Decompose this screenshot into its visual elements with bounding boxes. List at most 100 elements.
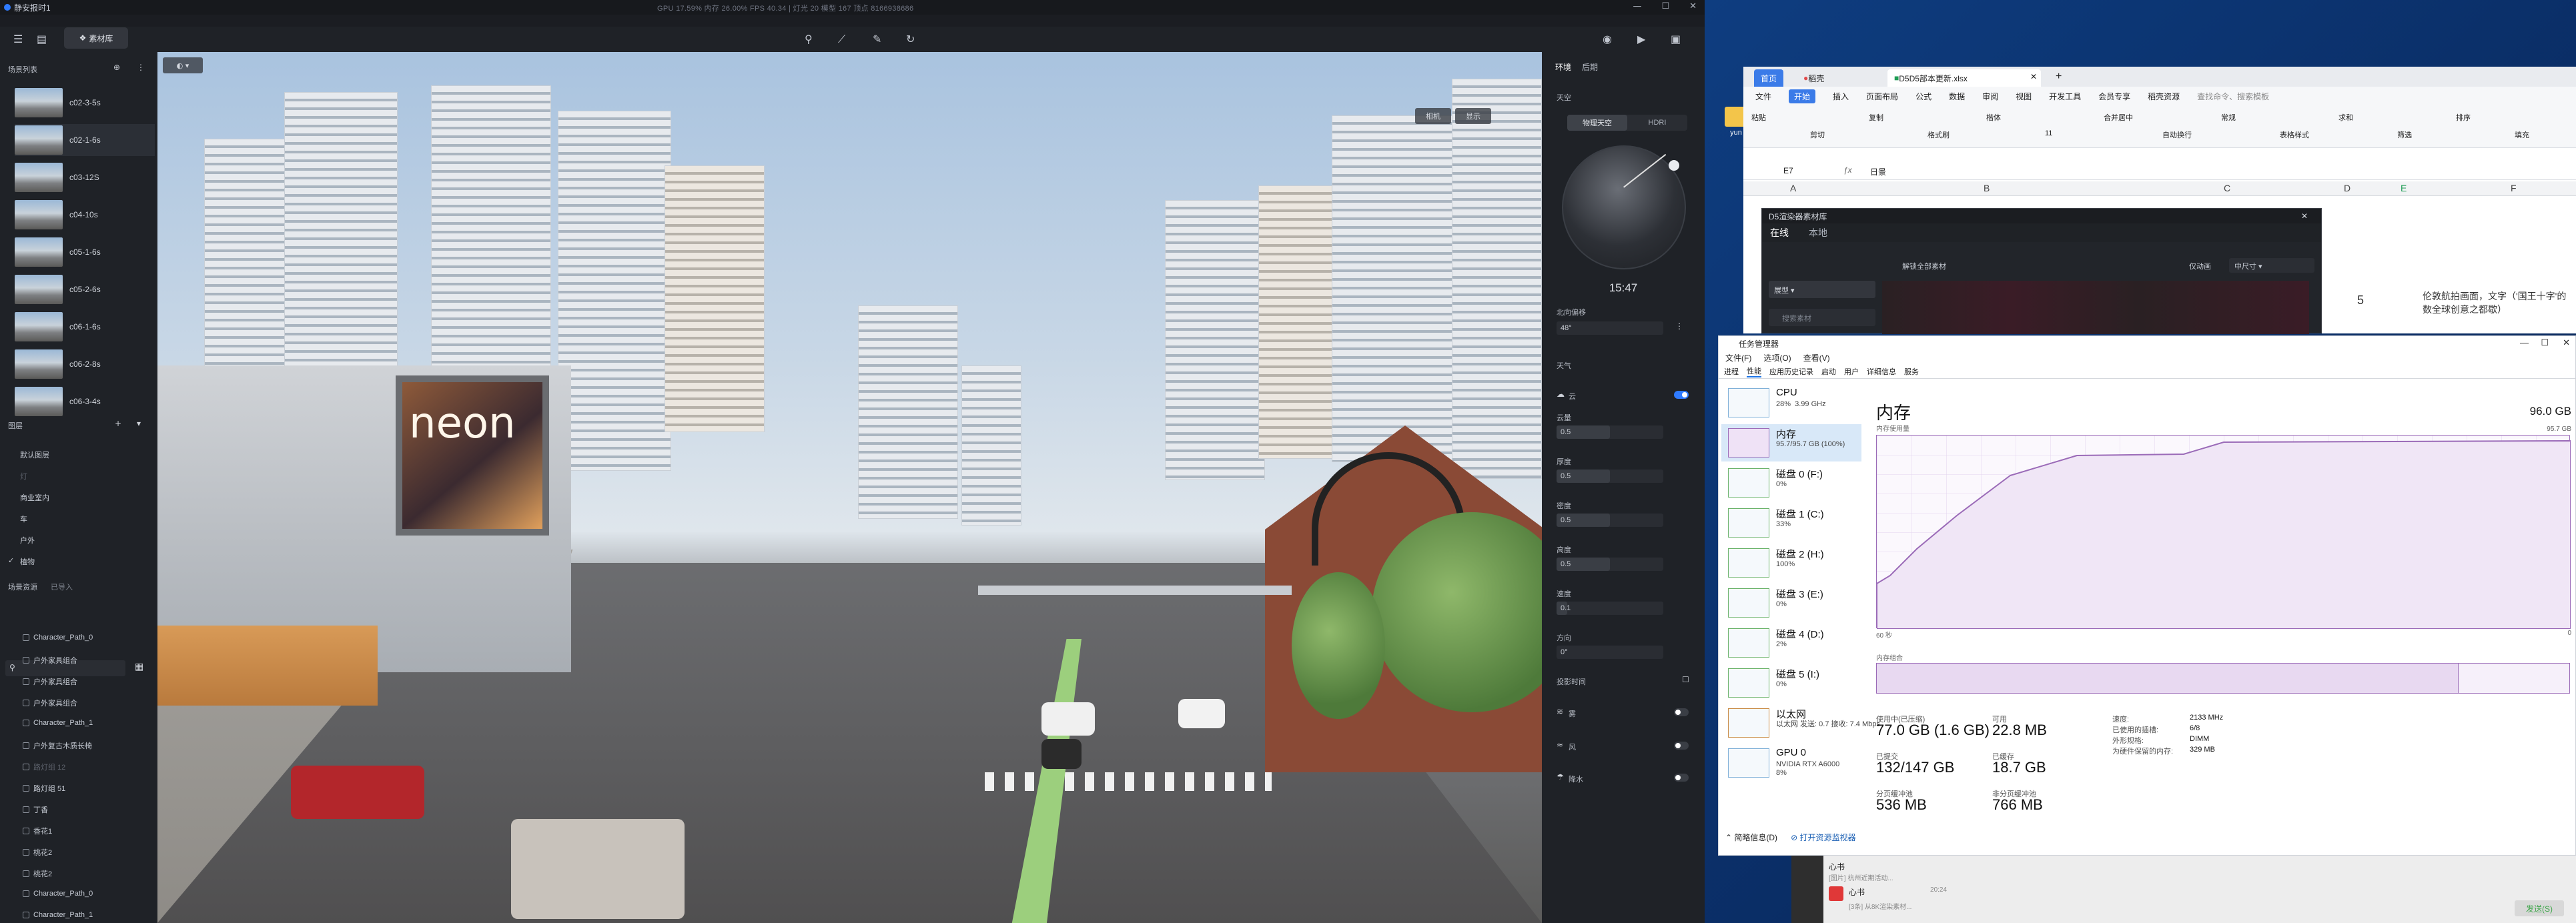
document-icon[interactable]: ▤ xyxy=(37,33,47,45)
resource-monitor-link[interactable]: ⊘ 打开资源监视器 xyxy=(1791,832,1855,843)
sky-mode-hdri[interactable]: HDRI xyxy=(1627,115,1687,131)
rotate-icon[interactable]: ↻ xyxy=(906,33,915,45)
layer-item[interactable]: 车 xyxy=(20,514,27,524)
tm-resource-item[interactable]: GPU 0 NVIDIA RTX A6000 8% xyxy=(1721,744,1861,782)
wps-menu-item[interactable]: 文件 xyxy=(1755,91,1771,102)
asset-item[interactable]: 户外复古木质长椅 xyxy=(23,740,92,751)
add-scene-icon[interactable]: ⊕ xyxy=(113,63,120,72)
scene-item[interactable]: c02-3-5s xyxy=(15,87,155,119)
param-slider[interactable]: 0.1 xyxy=(1557,602,1663,615)
sun-position-dial[interactable] xyxy=(1562,145,1686,269)
tab-environment[interactable]: 环境 xyxy=(1555,61,1571,73)
tm-resource-item[interactable]: 内存 95.7/95.7 GB (100%) xyxy=(1721,424,1861,462)
wps-ribbon-item[interactable]: 格式刷 xyxy=(1927,129,1950,140)
tm-tab[interactable]: 详细信息 xyxy=(1867,366,1896,377)
wps-ribbon-item[interactable]: 筛选 xyxy=(2397,129,2412,140)
video-icon[interactable]: ▶ xyxy=(1637,33,1645,45)
wps-ribbon-item[interactable]: 复制 xyxy=(1869,112,1883,123)
param-slider[interactable]: 0.5 xyxy=(1557,425,1663,439)
wind-toggle[interactable] xyxy=(1674,742,1689,750)
minimize-icon[interactable]: — xyxy=(1633,1,1641,11)
material-thumbnails[interactable] xyxy=(1882,281,2309,334)
asset-item[interactable]: Character_Path_1 xyxy=(23,911,93,919)
tm-resource-item[interactable]: 磁盘 4 (D:) 2% xyxy=(1721,624,1861,662)
tm-resource-item[interactable]: CPU 28% 3.99 GHz xyxy=(1721,384,1861,421)
close-icon[interactable]: ✕ xyxy=(2563,337,2570,348)
asset-item[interactable]: Character_Path_0 xyxy=(23,634,93,642)
asset-item[interactable]: 户外家具组合 xyxy=(23,676,77,687)
layer-item[interactable]: 灯 xyxy=(20,471,27,482)
wps-menu-item[interactable]: 会员专享 xyxy=(2098,91,2130,102)
wps-column-header[interactable]: B xyxy=(1984,183,1990,193)
cloud-toggle[interactable] xyxy=(1674,391,1689,399)
more-icon[interactable]: ⋮ xyxy=(137,63,145,72)
add-layer-icon[interactable]: + xyxy=(115,419,121,428)
category-select[interactable]: 展型 ▾ xyxy=(1769,281,1875,298)
close-icon[interactable]: ✕ xyxy=(1689,1,1697,11)
brief-info-button[interactable]: ⌃ 简略信息(D) xyxy=(1725,832,1777,843)
asset-item[interactable]: 香花1 xyxy=(23,826,52,836)
more-icon[interactable]: ⋮ xyxy=(1675,321,1683,331)
tab-online[interactable]: 在线 xyxy=(1770,226,1789,239)
wps-ribbon-item[interactable]: 楷体 xyxy=(1986,112,2001,123)
chat-list-item[interactable]: 心书 20:24 [3条] 从8K渲染素材... xyxy=(1829,886,1947,911)
close-icon[interactable]: ✕ xyxy=(2301,211,2308,221)
fog-toggle[interactable] xyxy=(1674,708,1689,716)
wps-menu-item[interactable]: 开发工具 xyxy=(2049,91,2081,102)
tm-tab[interactable]: 用户 xyxy=(1844,366,1859,377)
wps-ribbon-item[interactable]: 常规 xyxy=(2221,112,2236,123)
tm-resource-item[interactable]: 以太网 以太网 发送: 0.7 接收: 7.4 Mbps xyxy=(1721,704,1880,742)
wps-ribbon-item[interactable]: 合并居中 xyxy=(2104,112,2133,123)
wps-menu-item[interactable]: 公式 xyxy=(1915,91,1931,102)
asset-item[interactable]: 路灯组 12 xyxy=(23,762,65,772)
export-icon[interactable]: ▣ xyxy=(1671,33,1681,45)
animated-only-filter[interactable]: 仅动画 xyxy=(2189,261,2211,271)
tab-post[interactable]: 后期 xyxy=(1582,61,1598,73)
size-select[interactable]: 中尺寸 ▾ xyxy=(2229,258,2314,273)
asset-item[interactable]: 路灯组 51 xyxy=(23,783,65,794)
sky-mode-physical[interactable]: 物理天空 xyxy=(1567,115,1627,131)
measure-icon[interactable]: ⟋ xyxy=(838,33,845,46)
layer-item[interactable]: 植物 ✓ xyxy=(8,556,35,567)
new-tab-icon[interactable]: + xyxy=(2056,71,2062,83)
render-viewport[interactable]: neon 相机 显示 ◐ ▾ xyxy=(157,52,1542,923)
param-slider[interactable]: 0.5 xyxy=(1557,514,1663,527)
wps-tab-home[interactable]: 首页 xyxy=(1754,69,1784,87)
send-button[interactable]: 发送(S) xyxy=(2515,900,2564,916)
chat-list-item[interactable]: 心书 [图片] 杭州近期活动... xyxy=(1829,861,1893,882)
sky-mode-segment[interactable]: 物理天空 HDRI xyxy=(1567,115,1687,131)
layer-item[interactable]: 默认图层 xyxy=(20,449,49,460)
wps-ribbon-item[interactable]: 排序 xyxy=(2456,112,2471,123)
camera-chip[interactable]: 相机 xyxy=(1415,108,1451,124)
wps-ribbon-item[interactable]: 填充 xyxy=(2515,129,2529,140)
close-tab-icon[interactable]: ✕ xyxy=(2030,72,2037,81)
matlib-search-input[interactable]: 搜索素材 xyxy=(1769,309,1875,326)
asset-item[interactable]: 户外家具组合 xyxy=(23,698,77,708)
tm-menu-item[interactable]: 查看(V) xyxy=(1803,352,1830,363)
description-cell[interactable]: 数全球创意之都歇） xyxy=(2423,303,2507,316)
maximize-icon[interactable]: ☐ xyxy=(1661,1,1669,11)
sun-handle-icon[interactable] xyxy=(1669,160,1679,171)
wps-column-header[interactable]: D xyxy=(2344,183,2350,193)
asset-item[interactable]: 户外家具组合 xyxy=(23,655,77,666)
layer-item[interactable]: 商业室内 xyxy=(20,492,49,503)
tm-resource-item[interactable]: 磁盘 2 (H:) 100% xyxy=(1721,544,1861,582)
grid-view-icon[interactable]: ▦ xyxy=(135,662,143,672)
layer-item[interactable]: 户外 xyxy=(20,535,35,546)
wps-menu-item[interactable]: 审阅 xyxy=(1982,91,1998,102)
wps-search-input[interactable]: 查找命令、搜索模板 xyxy=(2197,91,2269,102)
scene-item[interactable]: c06-2-8s xyxy=(15,348,155,380)
asset-item[interactable]: Character_Path_0 xyxy=(23,890,93,898)
wps-menu-item[interactable]: 插入 xyxy=(1833,91,1849,102)
scene-item[interactable]: c05-1-6s xyxy=(15,236,155,268)
row-number-cell[interactable]: 5 xyxy=(2357,293,2364,307)
tm-tab[interactable]: 进程 xyxy=(1724,366,1739,377)
wps-column-header[interactable]: E xyxy=(2401,183,2407,193)
wps-column-header[interactable]: A xyxy=(1790,183,1796,193)
view-mode-chip[interactable]: ◐ ▾ xyxy=(163,57,203,73)
wps-column-header[interactable]: C xyxy=(2224,183,2230,193)
tm-tab[interactable]: 服务 xyxy=(1904,366,1919,377)
tm-resource-item[interactable]: 磁盘 1 (C:) 33% xyxy=(1721,504,1861,542)
scene-item[interactable]: c05-2-6s xyxy=(15,273,155,305)
maximize-icon[interactable]: ☐ xyxy=(2541,337,2549,348)
